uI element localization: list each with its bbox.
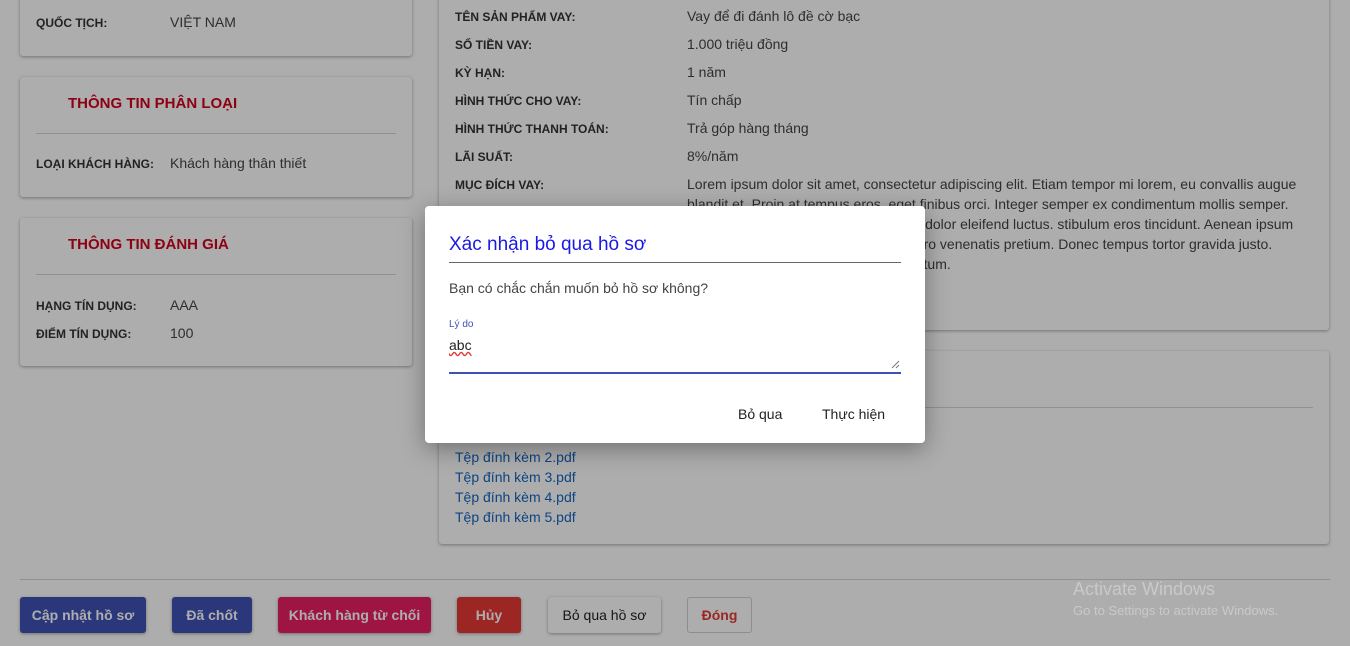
reason-textarea[interactable]: abc <box>449 336 901 374</box>
dialog-skip-button[interactable]: Bỏ qua <box>738 406 782 422</box>
dialog-message: Bạn có chắc chắn muốn bỏ hồ sơ không? <box>449 280 709 296</box>
activate-windows-subtitle: Go to Settings to activate Windows. <box>1073 603 1279 618</box>
activate-windows-title: Activate Windows <box>1073 579 1216 599</box>
reason-value: abc <box>449 337 472 353</box>
dialog-confirm-button[interactable]: Thực hiện <box>822 406 885 422</box>
dialog-title-divider <box>449 262 901 263</box>
skip-profile-dialog: Xác nhận bỏ qua hồ sơ Bạn có chắc chắn m… <box>425 206 925 443</box>
reason-field-label: Lý do <box>449 319 474 330</box>
resize-grip-icon[interactable] <box>891 360 900 369</box>
dialog-title: Xác nhận bỏ qua hồ sơ <box>449 234 647 255</box>
